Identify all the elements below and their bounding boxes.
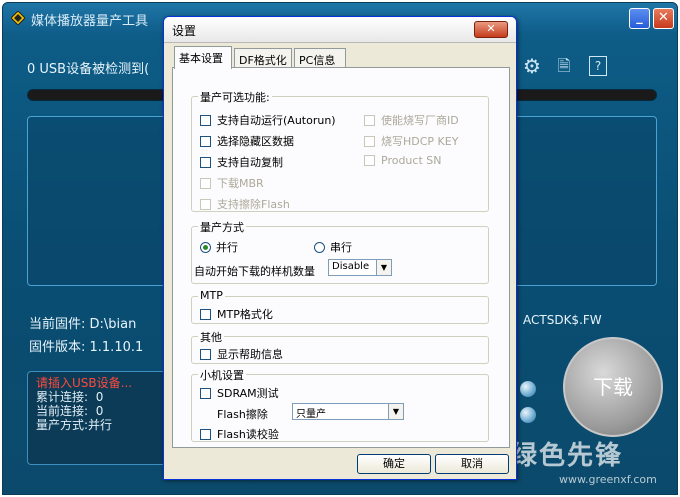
autorun-checkbox[interactable]: 支持自动运行(Autorun)	[200, 112, 336, 128]
parallel-radio[interactable]: 并行	[200, 239, 238, 255]
checkbox-box[interactable]	[200, 308, 211, 320]
dialog-title: 设置	[172, 24, 197, 38]
small-device-label: 小机设置	[198, 367, 246, 383]
auto-copy-label: 支持自动复制	[217, 156, 283, 169]
hidden-area-label: 选择隐藏区数据	[217, 135, 294, 148]
other-label: 其他	[198, 329, 224, 345]
product-sn-checkbox: Product SN	[364, 154, 441, 167]
serial-radio[interactable]: 串行	[314, 239, 352, 255]
auto-start-value: Disable	[332, 261, 370, 272]
production-mode-group: 量产方式 并行 串行 自动开始下载的样机数量 Disable ▼	[191, 219, 489, 284]
watermark-logo: 绿色先锋	[511, 441, 624, 471]
chevron-down-icon[interactable]: ▼	[388, 404, 403, 419]
checkbox-box[interactable]	[200, 428, 211, 440]
tab-basic-settings[interactable]: 基本设置	[174, 46, 232, 69]
erase-flash-checkbox: 支持擦除Flash	[200, 196, 290, 212]
checkbox-box[interactable]	[200, 387, 211, 399]
usb-status-text: 0 USB设备被检测到(	[27, 62, 150, 77]
app-logo-icon	[11, 11, 25, 25]
erase-flash-label: 支持擦除Flash	[217, 198, 290, 211]
mtp-format-label: MTP格式化	[217, 308, 273, 321]
current-value: 0	[95, 404, 104, 418]
total-label: 累计连接:	[36, 390, 89, 404]
firmware-file: ACTSDK$.FW	[523, 313, 602, 327]
optional-features-group: 量产可选功能: 支持自动运行(Autorun) 选择隐藏区数据 支持自动复制 下…	[191, 89, 489, 212]
hidden-area-checkbox[interactable]: 选择隐藏区数据	[200, 133, 294, 149]
flash-erase-label: Flash擦除	[217, 408, 268, 421]
checkbox-box[interactable]	[200, 156, 211, 168]
watermark-url: www.greenxf.com	[559, 473, 657, 486]
download-mbr-label: 下载MBR	[217, 177, 264, 190]
checkbox-box	[200, 177, 211, 189]
total-connections: 累计连接: 0	[36, 390, 164, 404]
status-panel: 请插入USB设备... 累计连接: 0 当前连接: 0 量产方式:并行	[27, 371, 173, 465]
vendor-id-label: 使能烧写厂商ID	[381, 114, 459, 127]
tab-panel: 量产可选功能: 支持自动运行(Autorun) 选择隐藏区数据 支持自动复制 下…	[172, 67, 510, 448]
flash-verify-checkbox[interactable]: Flash读校验	[200, 426, 279, 442]
cancel-button[interactable]: 取消	[435, 454, 509, 474]
checkbox-box[interactable]	[200, 114, 211, 126]
total-value: 0	[95, 390, 104, 404]
flash-erase-select[interactable]: 只量产 ▼	[292, 403, 404, 420]
production-mode-label: 量产方式	[198, 219, 246, 235]
product-sn-label: Product SN	[381, 154, 442, 167]
hdcp-key-label: 烧写HDCP KEY	[381, 135, 459, 148]
checkbox-box	[364, 155, 375, 166]
firmware-path: 当前固件: D:\bian	[29, 317, 137, 332]
download-mbr-checkbox: 下载MBR	[200, 175, 264, 191]
mtp-format-checkbox[interactable]: MTP格式化	[200, 306, 273, 322]
current-label: 当前连接:	[36, 404, 89, 418]
status-orb-icon	[520, 407, 536, 423]
vendor-id-checkbox: 使能烧写厂商ID	[364, 112, 459, 128]
checkbox-box	[200, 198, 211, 210]
sdram-test-checkbox[interactable]: SDRAM测试	[200, 385, 279, 401]
checkbox-box[interactable]	[200, 348, 211, 360]
dialog-close-button[interactable]: ✕	[474, 21, 508, 38]
insert-usb-message: 请插入USB设备...	[36, 376, 133, 390]
auto-start-count-select[interactable]: Disable ▼	[328, 259, 392, 276]
flash-verify-label: Flash读校验	[217, 428, 279, 441]
small-device-group: 小机设置 SDRAM测试 Flash擦除 只量产 ▼ Flash读校验	[191, 367, 489, 442]
main-window-title: 媒体播放器量产工具	[31, 14, 149, 29]
ok-button[interactable]: 确定	[357, 454, 431, 474]
autorun-label: 支持自动运行(Autorun)	[217, 114, 336, 127]
other-group: 其他 显示帮助信息	[191, 329, 489, 364]
tab-pc-info[interactable]: PC信息	[294, 48, 346, 68]
production-mode: 量产方式:并行	[36, 418, 164, 432]
help-icon[interactable]: ?	[589, 56, 607, 76]
hdcp-key-checkbox: 烧写HDCP KEY	[364, 133, 458, 149]
radio-button[interactable]	[200, 241, 211, 253]
chevron-down-icon[interactable]: ▼	[376, 260, 391, 275]
mode-label: 量产方式:	[36, 418, 89, 432]
dialog-titlebar: 设置 ✕	[164, 17, 516, 43]
mtp-label: MTP	[198, 289, 225, 302]
parallel-label: 并行	[216, 241, 238, 254]
current-connections: 当前连接: 0	[36, 404, 164, 418]
firmware-version: 固件版本: 1.1.10.1	[29, 340, 144, 355]
settings-dialog: 设置 ✕ 基本设置 DF格式化 PC信息 量产可选功能: 支持自动运行(Auto…	[163, 16, 517, 480]
mtp-group: MTP MTP格式化	[191, 289, 489, 324]
mode-value: 并行	[88, 418, 113, 432]
download-button[interactable]: 下载	[563, 337, 663, 437]
document-icon[interactable]: 🗎	[553, 55, 575, 77]
optional-features-label: 量产可选功能:	[198, 89, 272, 105]
gear-icon[interactable]: ⚙	[521, 55, 543, 77]
tab-df-format[interactable]: DF格式化	[234, 48, 292, 68]
status-orb-icon	[520, 381, 536, 397]
checkbox-box	[364, 135, 375, 147]
auto-copy-checkbox[interactable]: 支持自动复制	[200, 154, 283, 170]
sdram-test-label: SDRAM测试	[217, 387, 279, 400]
auto-start-label: 自动开始下载的样机数量	[194, 265, 315, 278]
serial-label: 串行	[330, 241, 352, 254]
minimize-button[interactable]: _	[629, 8, 650, 29]
radio-button[interactable]	[314, 241, 325, 253]
checkbox-box[interactable]	[200, 135, 211, 147]
show-help-checkbox[interactable]: 显示帮助信息	[200, 346, 283, 362]
flash-erase-value: 只量产	[296, 409, 326, 420]
checkbox-box	[364, 114, 375, 126]
show-help-label: 显示帮助信息	[217, 348, 283, 361]
close-button[interactable]: ✕	[653, 8, 674, 29]
